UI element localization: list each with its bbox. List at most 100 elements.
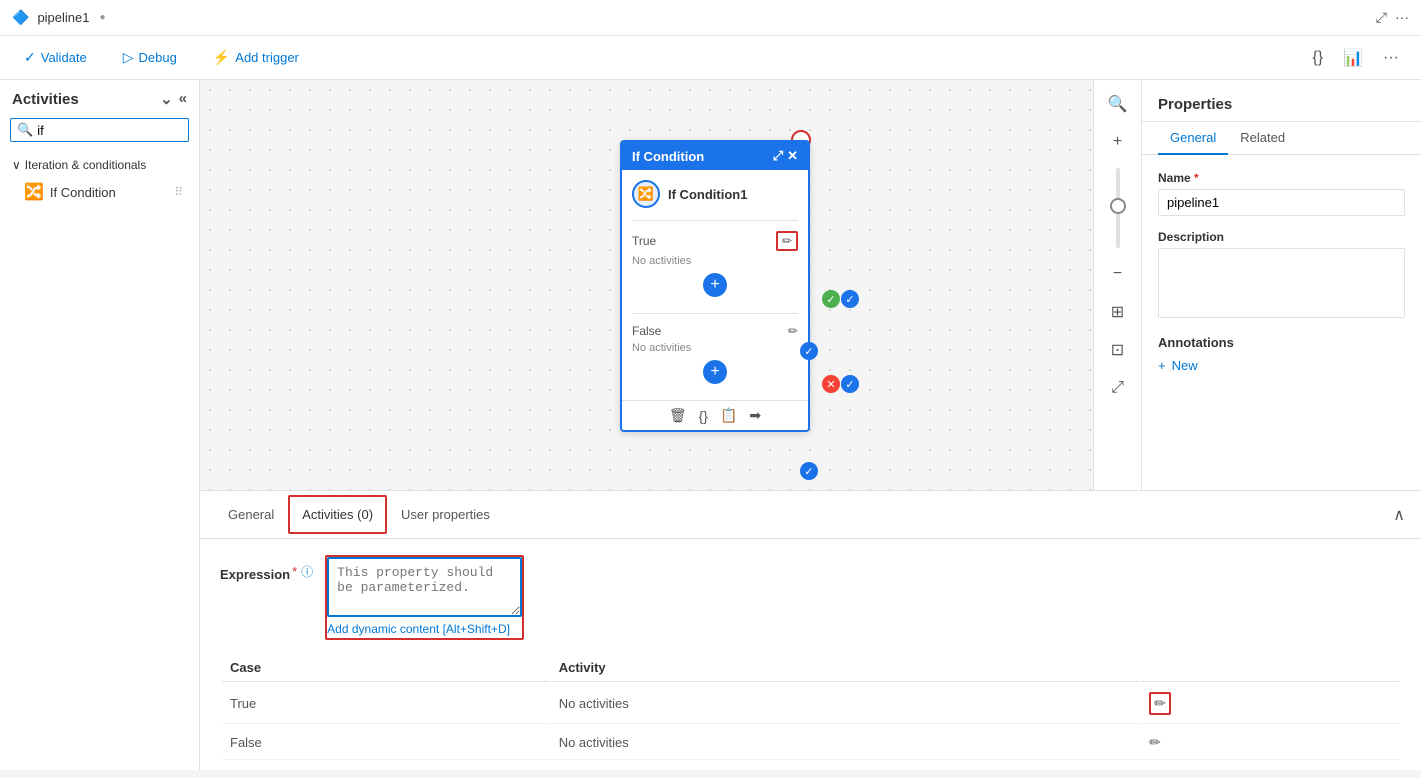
iteration-section-header[interactable]: ∨ Iteration & conditionals — [8, 154, 191, 176]
title-bar: 🔷 pipeline1 ● ⤢ ··· — [0, 0, 1421, 36]
expand-icon[interactable]: ⤢ — [1376, 9, 1387, 26]
canvas-status-false-blue: ✓ — [841, 375, 859, 393]
false-label: False — [632, 324, 661, 338]
canvas[interactable]: If Condition ⤢ ✕ 🔀 If Condition1 — [200, 80, 1093, 490]
copy-icon[interactable]: 📋 — [720, 407, 737, 424]
card-close-icon[interactable]: ✕ — [787, 148, 798, 164]
debug-button[interactable]: ▷ Debug — [115, 45, 185, 70]
right-toolbar: 🔍 + − ⊞ ⊡ ⤢ — [1093, 80, 1141, 490]
false-status-check: ✓ — [800, 462, 818, 480]
bottom-panel: General Activities (0) User properties ∧… — [200, 490, 1421, 770]
case-true-activity: No activities — [551, 684, 1139, 724]
collapse-panel-icon[interactable]: ∧ — [1393, 505, 1405, 525]
false-add-button[interactable]: + — [703, 360, 727, 384]
title-bar-actions: ⤢ ··· — [1376, 9, 1409, 26]
add-trigger-label: Add trigger — [235, 50, 299, 65]
annotations-field: Annotations + New — [1158, 335, 1405, 373]
false-no-activities: No activities — [632, 340, 798, 356]
expression-input-area: Add dynamic content [Alt+Shift+D] — [327, 557, 522, 638]
col-action — [1141, 654, 1399, 682]
collapse-icon[interactable]: ⌄ — [160, 90, 173, 108]
card-header-label: If Condition — [632, 149, 704, 164]
case-false-activity: No activities — [551, 726, 1139, 760]
case-table: Case Activity True No activities ✏ — [220, 652, 1401, 762]
sidebar: Activities ⌄ « 🔍 ∨ Iteration & condition… — [0, 80, 200, 770]
description-textarea[interactable] — [1158, 248, 1405, 318]
false-check-icon: ✓ — [800, 462, 818, 480]
tab-general-bottom[interactable]: General — [216, 497, 286, 534]
card-title-area: If Condition — [632, 149, 704, 164]
true-check-icon: ✓ — [800, 342, 818, 360]
description-label: Description — [1158, 230, 1405, 244]
tab-activities[interactable]: Activities (0) — [288, 495, 387, 534]
true-edit-button[interactable]: ✏ — [776, 231, 798, 251]
card-footer: 🗑 {} 📋 ➡ — [622, 400, 808, 430]
add-annotation-button[interactable]: + New — [1158, 358, 1405, 373]
properties-tabs: General Related — [1142, 122, 1421, 155]
card-header-actions: ⤢ ✕ — [773, 148, 798, 164]
true-add-button[interactable]: + — [703, 273, 727, 297]
monitor-button[interactable]: 📊 — [1337, 44, 1369, 72]
bottom-content: Expression * ⓘ Add dynamic content [Alt+… — [200, 539, 1421, 778]
toolbar-right: {} 📊 ··· — [1306, 44, 1405, 72]
col-case: Case — [222, 654, 549, 682]
tab-general[interactable]: General — [1158, 122, 1228, 155]
debug-label: Debug — [139, 50, 177, 65]
dynamic-content-link[interactable]: Add dynamic content [Alt+Shift+D] — [327, 620, 522, 638]
pipeline-icon: 🔷 — [12, 9, 29, 26]
more-button[interactable]: ··· — [1377, 44, 1405, 72]
main-layout: Activities ⌄ « 🔍 ∨ Iteration & condition… — [0, 80, 1421, 770]
sidebar-search[interactable]: 🔍 — [10, 118, 189, 142]
zoom-slider[interactable] — [1116, 168, 1120, 248]
add-trigger-button[interactable]: ⚡ Add trigger — [205, 45, 307, 70]
zoom-in-button[interactable]: + — [1102, 126, 1134, 158]
zoom-slider-thumb[interactable] — [1110, 198, 1126, 214]
card-divider — [632, 220, 798, 221]
arrow-right-icon[interactable]: ➡ — [749, 407, 761, 424]
properties-panel: Properties General Related Name * Descri… — [1141, 80, 1421, 490]
drag-handle-icon[interactable]: ⠿ — [174, 185, 183, 199]
code-view-button[interactable]: {} — [1306, 44, 1329, 72]
code-icon[interactable]: {} — [699, 408, 708, 424]
plus-icon: + — [1158, 358, 1166, 373]
more-options-icon[interactable]: ··· — [1395, 9, 1409, 26]
delete-icon[interactable]: 🗑 — [669, 407, 687, 424]
canvas-with-toolbar: If Condition ⤢ ✕ 🔀 If Condition1 — [200, 80, 1421, 490]
true-section-header: True ✏ — [632, 229, 798, 253]
description-field: Description — [1158, 230, 1405, 321]
unsaved-dot: ● — [99, 12, 105, 23]
search-input[interactable] — [37, 123, 182, 138]
zoom-out-button[interactable]: − — [1102, 258, 1134, 290]
false-row-edit-button[interactable]: ✏ — [1149, 734, 1161, 751]
fit-view-button[interactable]: ⊞ — [1102, 296, 1134, 328]
expression-info-icon[interactable]: ⓘ — [301, 563, 313, 580]
true-section: True ✏ No activities + — [632, 225, 798, 309]
true-label: True — [632, 234, 656, 248]
expression-input-wrapper: Add dynamic content [Alt+Shift+D] — [325, 555, 524, 640]
trigger-icon: ⚡ — [213, 49, 230, 66]
name-input[interactable] — [1158, 189, 1405, 216]
tab-user-properties[interactable]: User properties — [389, 497, 502, 534]
sidebar-item-if-condition[interactable]: 🔀 If Condition ⠿ — [8, 176, 191, 208]
validate-icon: ✓ — [24, 49, 36, 66]
grid-toggle-button[interactable]: ⊡ — [1102, 334, 1134, 366]
true-row-edit-button[interactable]: ✏ — [1149, 692, 1171, 715]
sidebar-collapse-icon[interactable]: « — [179, 90, 187, 108]
false-edit-button[interactable]: ✏ — [788, 324, 798, 338]
fullscreen-button[interactable]: ⤢ — [1102, 372, 1134, 404]
if-condition-card[interactable]: If Condition ⤢ ✕ 🔀 If Condition1 — [620, 140, 810, 432]
validate-button[interactable]: ✓ Validate — [16, 45, 95, 70]
tab-related[interactable]: Related — [1228, 122, 1297, 155]
expression-row: Expression * ⓘ Add dynamic content [Alt+… — [220, 555, 1401, 640]
card-activity-name: If Condition1 — [668, 187, 747, 202]
toolbar: ✓ Validate ▷ Debug ⚡ Add trigger {} 📊 ··… — [0, 36, 1421, 80]
pipeline-title: pipeline1 — [37, 10, 89, 25]
validate-label: Validate — [41, 50, 87, 65]
annotations-label: Annotations — [1158, 335, 1405, 350]
expression-textarea[interactable] — [327, 557, 522, 617]
card-expand-icon[interactable]: ⤢ — [773, 148, 783, 164]
table-row-false: False No activities ✏ — [222, 726, 1399, 760]
search-canvas-button[interactable]: 🔍 — [1102, 88, 1134, 120]
debug-icon: ▷ — [123, 49, 134, 66]
expression-label: Expression — [220, 561, 290, 582]
